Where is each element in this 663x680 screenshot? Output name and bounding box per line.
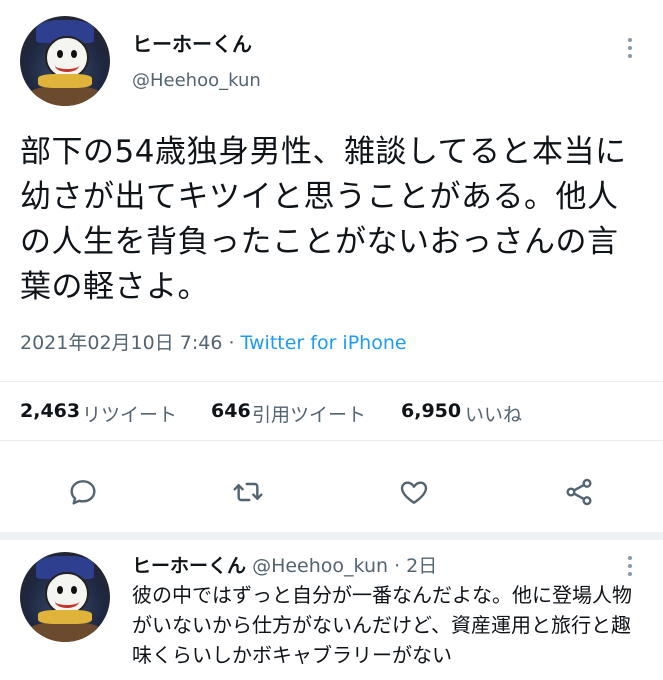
quote-count[interactable]: 646	[211, 400, 251, 422]
retweet-label[interactable]: リツイート	[82, 400, 177, 427]
retweet-count[interactable]: 2,463	[20, 400, 80, 422]
like-count[interactable]: 6,950	[401, 400, 461, 422]
like-button[interactable]	[398, 476, 430, 508]
timestamp[interactable]: 2021年02月10日 7:46	[20, 332, 222, 354]
user-handle[interactable]: @Heehoo_kun	[132, 70, 261, 91]
meta-separator: ·	[394, 555, 401, 577]
like-label[interactable]: いいね	[465, 400, 522, 427]
tweet-meta: 2021年02月10日 7:46 · Twitter for iPhone	[20, 328, 407, 355]
divider	[0, 440, 663, 441]
reply-icon	[70, 480, 96, 505]
source-link[interactable]: Twitter for iPhone	[241, 332, 407, 354]
display-name[interactable]: ヒーホーくん	[132, 28, 252, 57]
avatar[interactable]	[20, 552, 110, 642]
tweet-text: 彼の中ではずっと自分が一番なんだよな。他に登場人物がいないから仕方がないんだけど…	[132, 583, 632, 667]
tweet-text: 部下の54歳独身男性、雑談してると本当に幼さが出てキツイと思うことがある。他人の…	[20, 134, 627, 305]
more-options-icon[interactable]	[620, 30, 640, 66]
retweet-button[interactable]	[232, 476, 264, 508]
heart-icon	[400, 481, 428, 504]
meta-separator: ·	[222, 332, 241, 354]
timestamp[interactable]: 2日	[406, 555, 437, 577]
section-separator	[0, 532, 663, 540]
share-icon	[566, 478, 592, 506]
main-tweet: ヒーホーくん @Heehoo_kun 部下の54歳独身男性、雑談してると本当に幼…	[0, 0, 663, 530]
share-button[interactable]	[563, 476, 595, 508]
more-options-icon[interactable]	[620, 548, 640, 584]
divider	[0, 381, 663, 382]
retweet-icon	[233, 482, 263, 502]
user-handle[interactable]: @Heehoo_kun	[252, 555, 388, 577]
avatar[interactable]	[20, 16, 110, 106]
display-name[interactable]: ヒーホーくん	[132, 555, 246, 577]
quote-label[interactable]: 引用ツイート	[252, 400, 366, 427]
reply-header: ヒーホーくん @Heehoo_kun · 2日	[132, 551, 437, 578]
reply-button[interactable]	[67, 476, 99, 508]
